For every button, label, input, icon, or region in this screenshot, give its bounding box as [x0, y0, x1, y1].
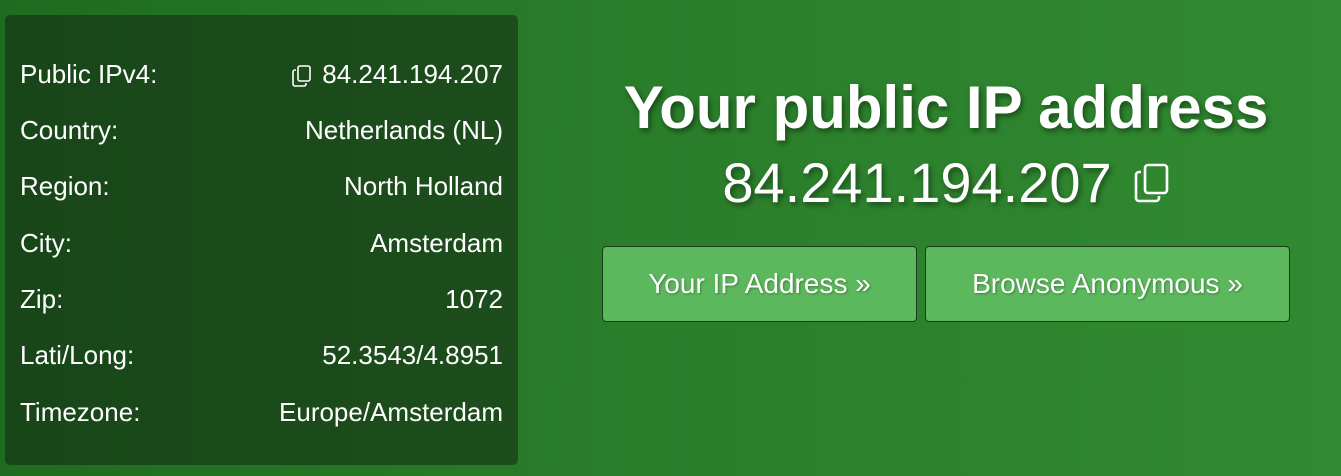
zip-value: 1072: [445, 283, 503, 314]
ip-info-panel: Public IPv4: 84.241.194.207 Country: Net…: [5, 15, 518, 465]
info-row-lat-long: Lati/Long: 52.3543/4.8951: [20, 335, 503, 375]
info-row-region: Region: North Holland: [20, 166, 503, 206]
city-value: Amsterdam: [370, 227, 503, 258]
browse-anonymous-button[interactable]: Browse Anonymous »: [925, 246, 1290, 322]
info-label: Lati/Long:: [20, 339, 135, 370]
info-row-public-ipv4: Public IPv4: 84.241.194.207: [20, 54, 503, 94]
info-label: Timezone:: [20, 396, 141, 427]
info-row-country: Country: Netherlands (NL): [20, 110, 503, 150]
info-label: Public IPv4:: [20, 58, 158, 89]
public-ipv4-value: 84.241.194.207: [322, 58, 503, 89]
hero-section: Your public IP address 84.241.194.207: [560, 70, 1332, 218]
hero-ip-line: 84.241.194.207: [560, 148, 1332, 218]
copy-icon[interactable]: [292, 63, 312, 87]
info-row-timezone: Timezone: Europe/Amsterdam: [20, 392, 503, 432]
copy-icon[interactable]: [1134, 163, 1170, 203]
country-value: Netherlands (NL): [305, 114, 503, 145]
page-title: Your public IP address: [623, 74, 1269, 141]
region-value: North Holland: [344, 170, 503, 201]
your-ip-address-button[interactable]: Your IP Address »: [602, 246, 917, 322]
hero-ip-address: 84.241.194.207: [722, 151, 1112, 214]
info-value: 84.241.194.207: [292, 59, 503, 90]
info-label: Region:: [20, 170, 110, 201]
info-row-zip: Zip: 1072: [20, 279, 503, 319]
info-row-city: City: Amsterdam: [20, 223, 503, 263]
info-label: City:: [20, 227, 72, 258]
lat-long-value: 52.3543/4.8951: [322, 339, 503, 370]
info-label: Zip:: [20, 283, 64, 314]
info-label: Country:: [20, 114, 119, 145]
timezone-value: Europe/Amsterdam: [279, 396, 503, 427]
